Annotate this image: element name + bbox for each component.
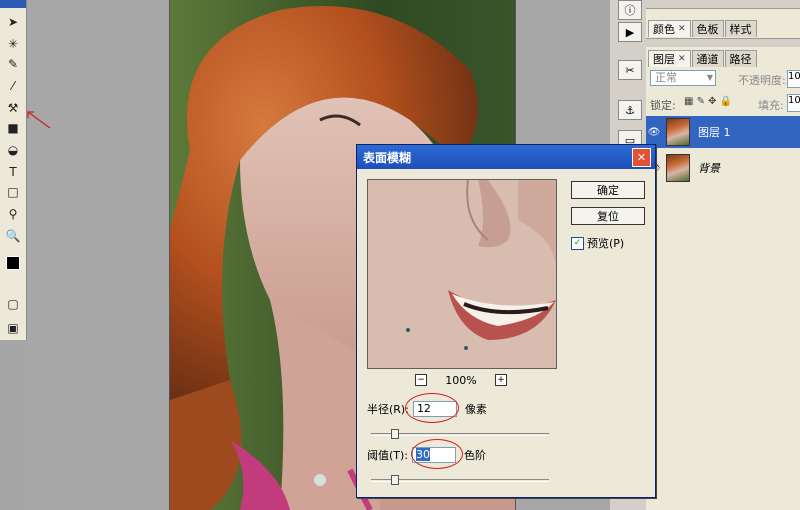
threshold-unit: 色阶 xyxy=(464,449,487,462)
zoom-out-icon[interactable]: − xyxy=(415,374,427,386)
dialog-title-bar[interactable]: 表面模糊 xyxy=(357,145,655,169)
zoom-controls: − 100% + xyxy=(415,373,507,387)
magic-wand-tool-icon[interactable]: ✳ xyxy=(2,36,24,52)
layer-row-1[interactable]: 👁 图层 1 xyxy=(646,116,800,148)
panels-area: 颜色 ✕ 色板 样式 图层 ✕ 通道 路径 正常 ▼ 不透明度: 10 锁定: ▦ ✎… xyxy=(646,0,800,510)
threshold-label: 阈值(T): xyxy=(367,449,409,462)
dialog-title: 表面模糊 xyxy=(363,150,412,165)
layer-name: 图层 1 xyxy=(698,126,731,139)
radius-label: 半径(R): xyxy=(367,403,409,416)
tool-presets-icon[interactable]: ✂ xyxy=(618,60,642,80)
lock-icons[interactable]: ▦ ✎ ✥ 🔒 xyxy=(684,96,732,107)
radius-slider-thumb[interactable] xyxy=(391,429,400,439)
preview-checkbox[interactable]: ✓ 预览(P) xyxy=(571,235,624,251)
color-tabs: 颜色 ✕ 色板 样式 xyxy=(648,20,758,38)
tab-color[interactable]: 颜色 ✕ xyxy=(648,20,691,37)
eyedropper-tool-icon[interactable]: ⚲ xyxy=(2,206,24,222)
panel-top-strip xyxy=(646,0,800,9)
tab-paths[interactable]: 路径 xyxy=(724,50,757,67)
preview-label: 预览(P) xyxy=(587,237,625,250)
dodge-tool-icon[interactable]: ◒ xyxy=(2,142,24,158)
opacity-input[interactable]: 10 xyxy=(787,70,800,88)
zoom-in-icon[interactable]: + xyxy=(494,374,507,386)
close-icon[interactable]: ✕ xyxy=(632,148,651,167)
tab-layers[interactable]: 图层 ✕ xyxy=(648,50,691,67)
type-tool-icon[interactable]: T xyxy=(2,164,24,180)
panel-divider xyxy=(646,38,800,47)
zoom-level: 100% xyxy=(445,373,477,387)
layer-thumbnail xyxy=(666,118,690,146)
annotation-circle-radius xyxy=(405,393,459,423)
toolbox-header xyxy=(0,0,26,8)
tab-swatches[interactable]: 色板 xyxy=(691,20,724,37)
layer-thumbnail xyxy=(666,154,690,182)
fill-label: 填充: xyxy=(758,99,784,112)
annotation-circle-threshold xyxy=(411,439,463,469)
brush-tool-icon[interactable]: ⁄ xyxy=(2,78,24,94)
layer-name: 背景 xyxy=(698,162,720,175)
ok-button[interactable]: 确定 xyxy=(571,181,645,199)
tab-channels[interactable]: 通道 xyxy=(691,50,724,67)
blend-mode-select[interactable]: 正常 ▼ xyxy=(650,70,716,86)
layer-tabs: 图层 ✕ 通道 路径 xyxy=(648,50,758,68)
quick-mask-icon[interactable]: ▢ xyxy=(2,296,24,312)
toolbox: ➤ ✳ ✎ ⁄ ⚒ ■ ◒ T □ ⚲ 🔍 ▢ ▣ xyxy=(0,0,27,340)
shape-tool-icon[interactable]: □ xyxy=(2,184,24,200)
check-icon[interactable]: ✓ xyxy=(571,236,584,250)
healing-brush-tool-icon[interactable]: ✎ xyxy=(2,56,24,72)
color-swatch-icon[interactable] xyxy=(2,252,24,274)
radius-slider[interactable] xyxy=(371,429,549,439)
preview-window[interactable] xyxy=(367,179,557,369)
brushes-panel-icon[interactable]: ⚓ xyxy=(618,100,642,120)
zoom-tool-icon[interactable]: 🔍 xyxy=(2,228,24,244)
threshold-slider-thumb[interactable] xyxy=(391,475,400,485)
tab-styles[interactable]: 样式 xyxy=(724,20,757,37)
eye-icon[interactable]: 👁 xyxy=(646,127,662,138)
move-tool-icon[interactable]: ➤ xyxy=(2,14,24,30)
layer-row-background[interactable]: 👁 背景 xyxy=(646,152,800,184)
preview-image xyxy=(368,180,556,368)
threshold-slider[interactable] xyxy=(371,475,549,485)
history-brush-tool-icon[interactable]: ⚒ xyxy=(2,100,24,116)
annotation-arrow xyxy=(27,111,51,129)
actions-panel-icon[interactable]: ▶ xyxy=(618,22,642,42)
surface-blur-dialog: 表面模糊 ✕ 确定 复位 ✓ 预览(P) − 100% + 半径(R): 12 … xyxy=(356,144,656,498)
radius-unit: 像素 xyxy=(464,403,487,416)
screen-mode-icon[interactable]: ▣ xyxy=(2,320,24,336)
info-panel-icon[interactable]: ⓘ xyxy=(618,0,642,20)
opacity-label: 不透明度: xyxy=(738,74,786,87)
lock-label: 锁定: xyxy=(650,99,676,112)
gradient-tool-icon[interactable]: ■ xyxy=(2,120,24,136)
fill-input[interactable]: 10 xyxy=(787,94,800,112)
reset-button[interactable]: 复位 xyxy=(571,207,645,225)
